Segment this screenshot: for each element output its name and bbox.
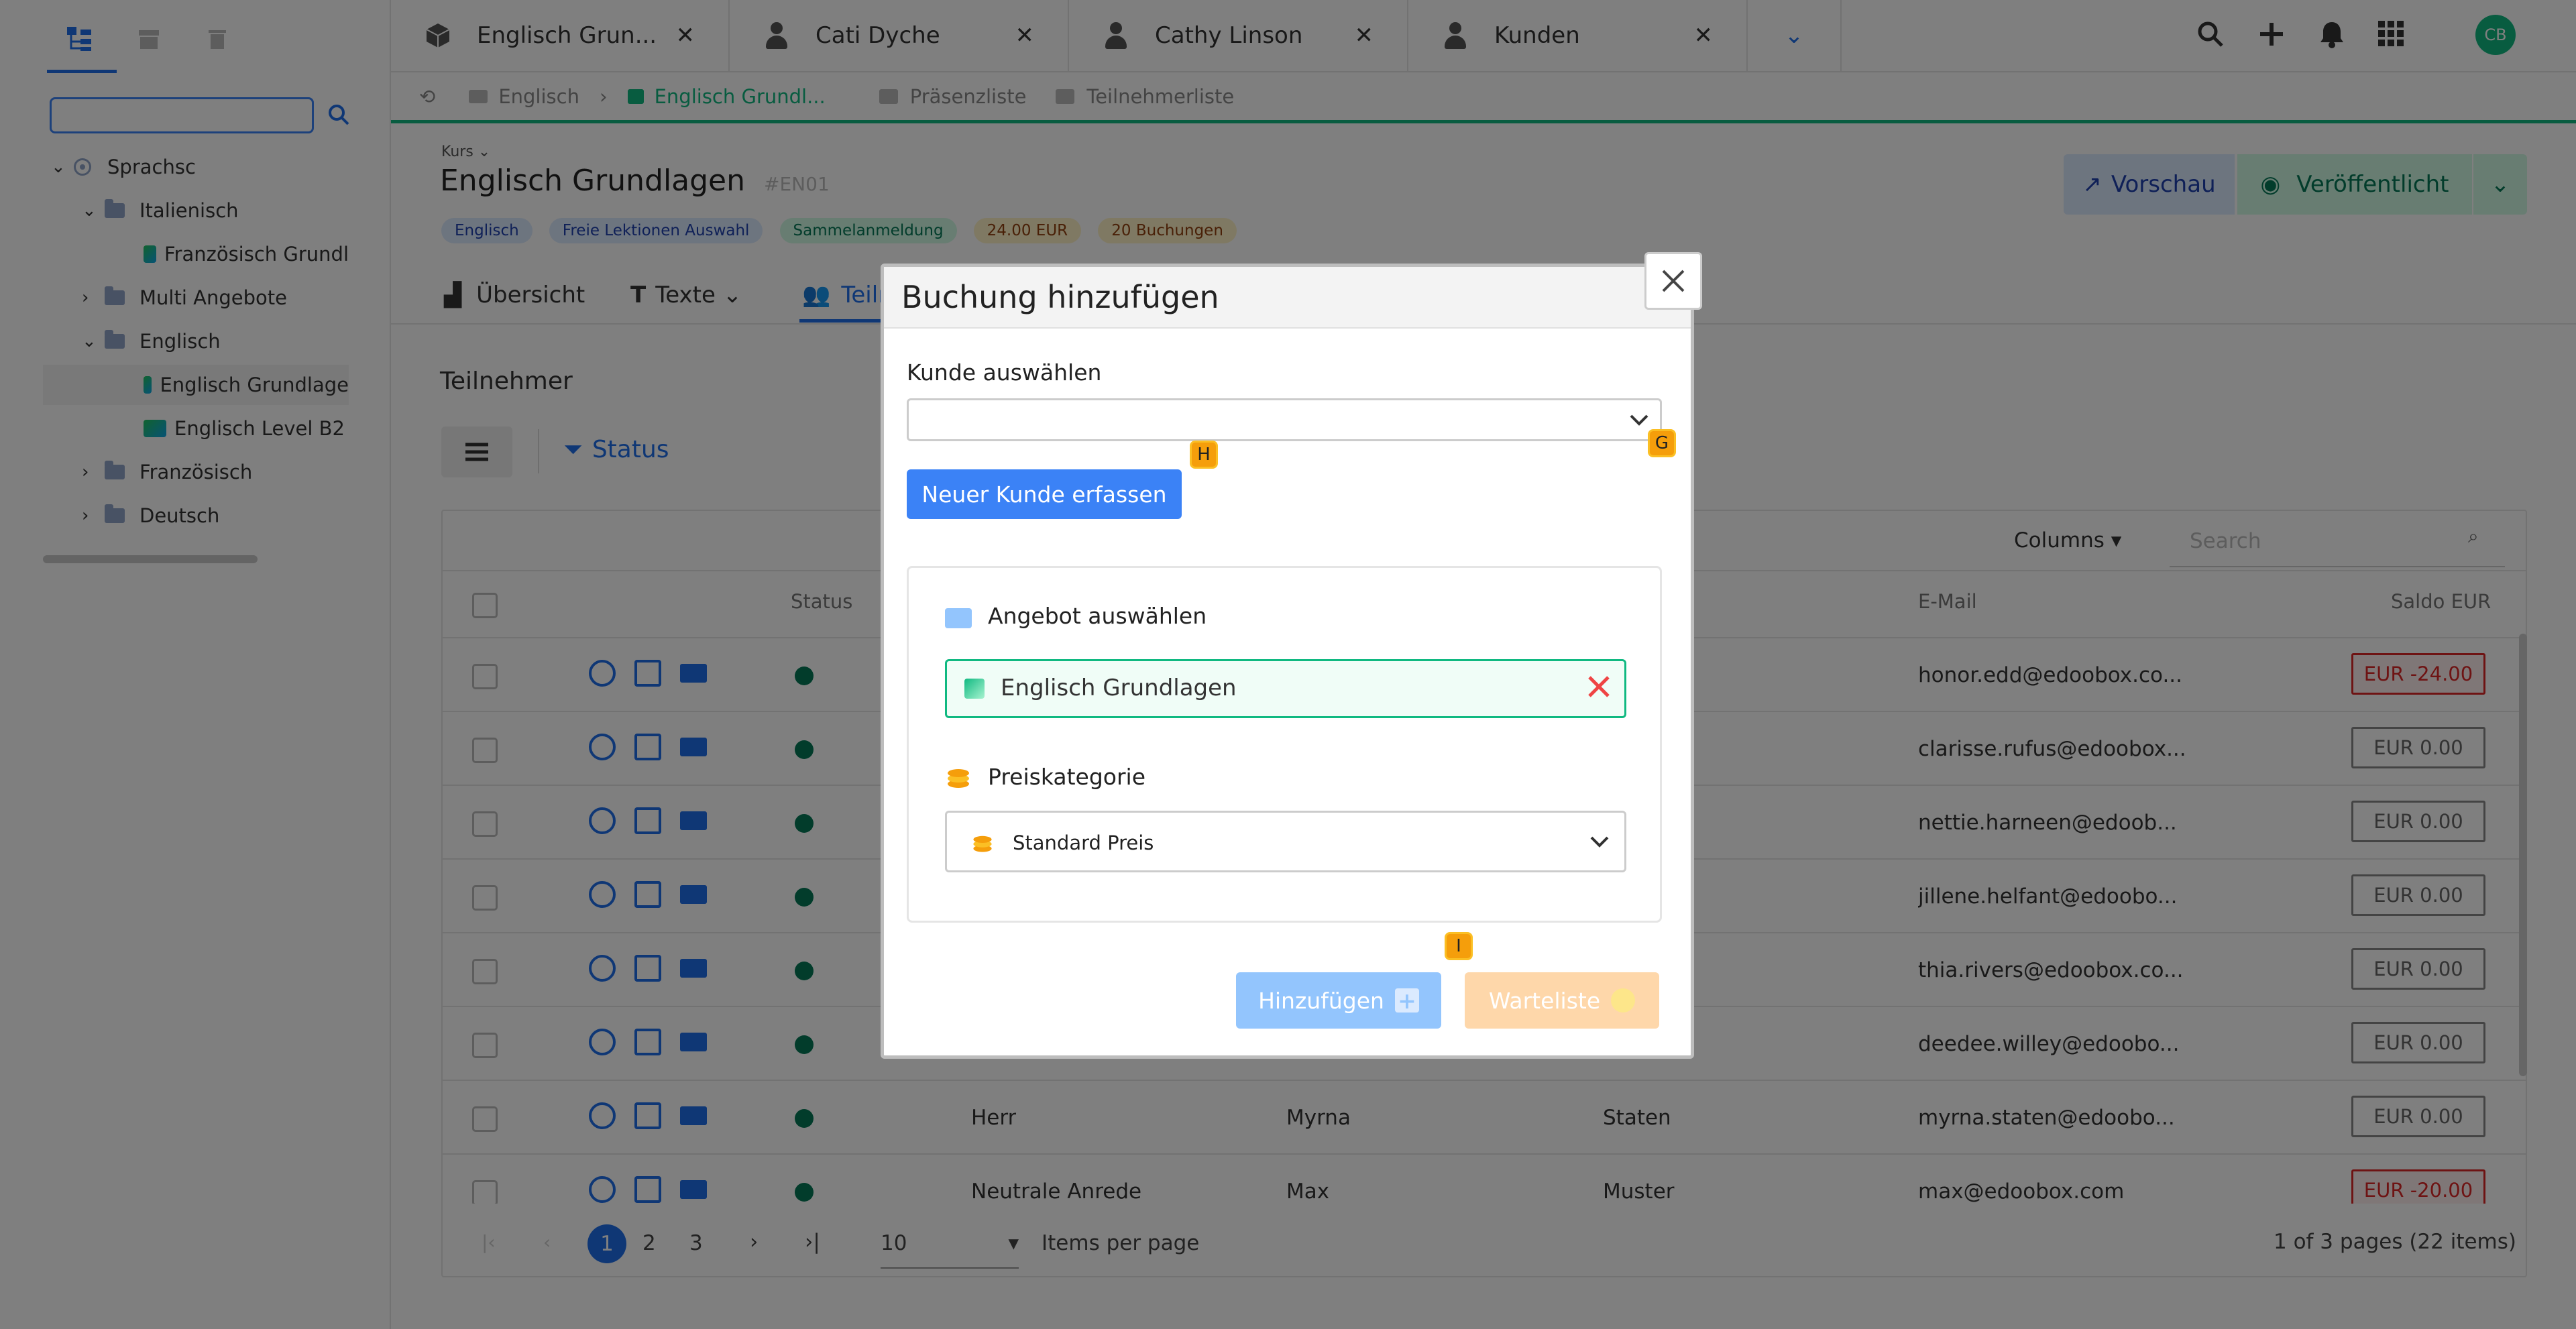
add-booking-dialog: Buchung hinzufügen Kunde auswählen G H N… xyxy=(881,252,1702,1059)
add-button[interactable]: Hinzufügen + xyxy=(1236,972,1441,1029)
price-select[interactable]: Standard Preis xyxy=(945,811,1626,872)
new-customer-button[interactable]: Neuer Kunde erfassen xyxy=(907,469,1182,519)
close-icon xyxy=(1662,270,1685,292)
stopwatch-icon xyxy=(1611,988,1636,1013)
hint-badge-g: G xyxy=(1648,429,1676,457)
hint-badge-h: H xyxy=(1190,441,1218,469)
customer-label: Kunde auswählen xyxy=(907,359,1102,386)
offer-panel: Angebot auswählen Englisch Grundlagen Pr… xyxy=(907,566,1662,923)
price-value: Standard Preis xyxy=(1013,831,1154,854)
dialog-header: Buchung hinzufügen xyxy=(884,267,1691,329)
coins-icon xyxy=(945,764,972,788)
plus-icon: + xyxy=(1394,988,1419,1014)
customer-select[interactable] xyxy=(907,398,1662,441)
chevron-down-icon xyxy=(1630,414,1648,426)
dialog-title: Buchung hinzufügen xyxy=(901,279,1219,315)
waitlist-button-label: Warteliste xyxy=(1488,987,1601,1014)
offer-select[interactable]: Englisch Grundlagen xyxy=(945,659,1626,718)
clear-icon[interactable] xyxy=(1585,673,1612,700)
offer-label: Angebot auswählen xyxy=(988,603,1207,629)
price-label: Preiskategorie xyxy=(988,764,1145,790)
waitlist-button[interactable]: Warteliste xyxy=(1465,972,1659,1029)
offer-value: Englisch Grundlagen xyxy=(1001,675,1237,701)
coins-icon xyxy=(971,831,994,857)
folder-icon xyxy=(945,608,972,628)
chevron-down-icon xyxy=(1590,836,1609,848)
course-icon xyxy=(964,679,985,699)
add-button-label: Hinzufügen xyxy=(1258,987,1384,1014)
dialog-close-button[interactable] xyxy=(1644,252,1702,310)
hint-badge-i: I xyxy=(1445,932,1473,960)
